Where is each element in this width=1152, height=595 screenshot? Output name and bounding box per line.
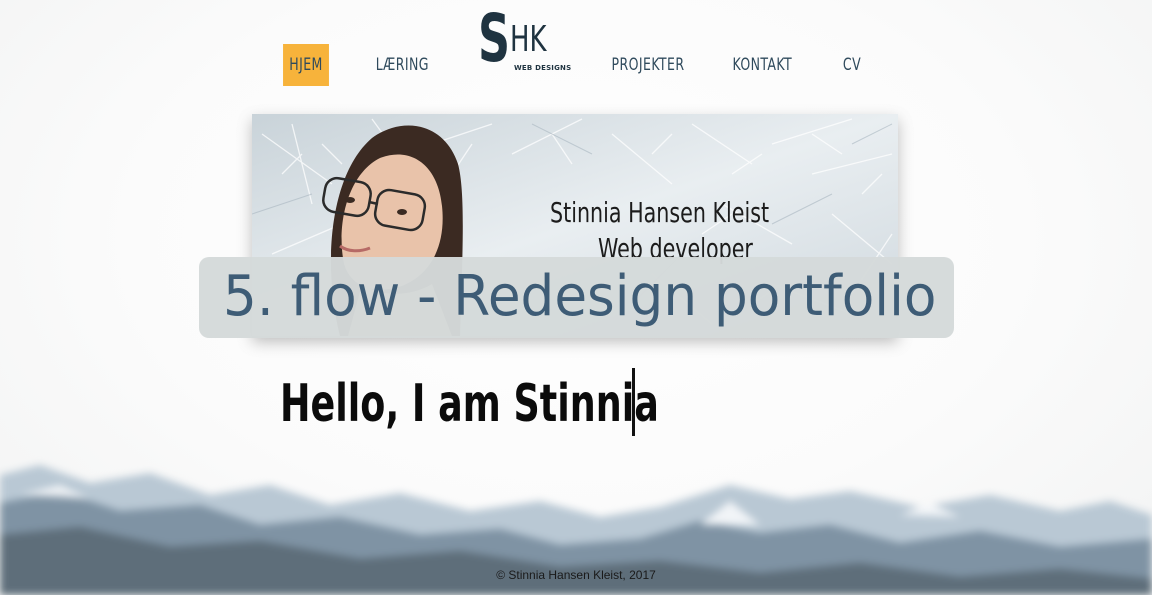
nav-item-hjem[interactable]: HJEM xyxy=(283,44,329,86)
greeting-headline: Hello, I am Stinnia xyxy=(280,374,659,434)
logo-subtitle: WEB DESIGNS xyxy=(514,64,572,72)
shk-logo[interactable]: S HK WEB DESIGNS xyxy=(478,4,571,78)
nav-item-projekter[interactable]: PROJEKTER xyxy=(612,44,684,86)
nav-item-cv[interactable]: CV xyxy=(839,44,865,86)
logo-letter-s: S xyxy=(478,0,511,77)
typing-cursor xyxy=(632,368,635,436)
nav-item-kontakt[interactable]: KONTAKT xyxy=(732,44,791,86)
footer-copyright: © Stinnia Hansen Kleist, 2017 xyxy=(496,568,656,582)
hero-name-text: Stinnia Hansen Kleist xyxy=(550,196,770,229)
top-navigation: HJEM LÆRING S HK WEB DESIGNS PROJEKTER K… xyxy=(0,0,1152,100)
logo-letters-hk: HK xyxy=(510,19,547,60)
nav-item-laering[interactable]: LÆRING xyxy=(376,44,429,86)
overlay-title: 5. flow - Redesign portfolio xyxy=(223,264,937,329)
title-overlay-banner: 5. flow - Redesign portfolio xyxy=(199,257,954,338)
